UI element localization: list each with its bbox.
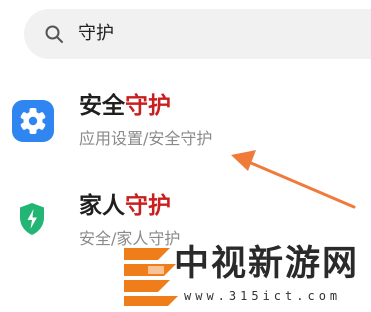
- search-icon: [44, 24, 64, 44]
- result-title-highlight: 守护: [125, 93, 171, 119]
- watermark-title: 中视新游网: [174, 243, 360, 284]
- shield-icon: [18, 202, 46, 236]
- gear-icon: [12, 100, 54, 142]
- result-title: 家人守护: [79, 193, 171, 219]
- arrow-icon: [228, 145, 360, 215]
- search-input[interactable]: 守护: [78, 21, 114, 47]
- watermark: 中视新游网 www.315ict.com: [118, 240, 371, 311]
- watermark-url: www.315ict.com: [184, 289, 342, 303]
- search-bar[interactable]: 守护: [24, 9, 371, 59]
- watermark-logo: [118, 246, 182, 308]
- result-title: 安全守护: [79, 93, 171, 119]
- result-subtitle: 应用设置/安全守护: [79, 129, 213, 148]
- result-title-highlight: 守护: [125, 193, 171, 219]
